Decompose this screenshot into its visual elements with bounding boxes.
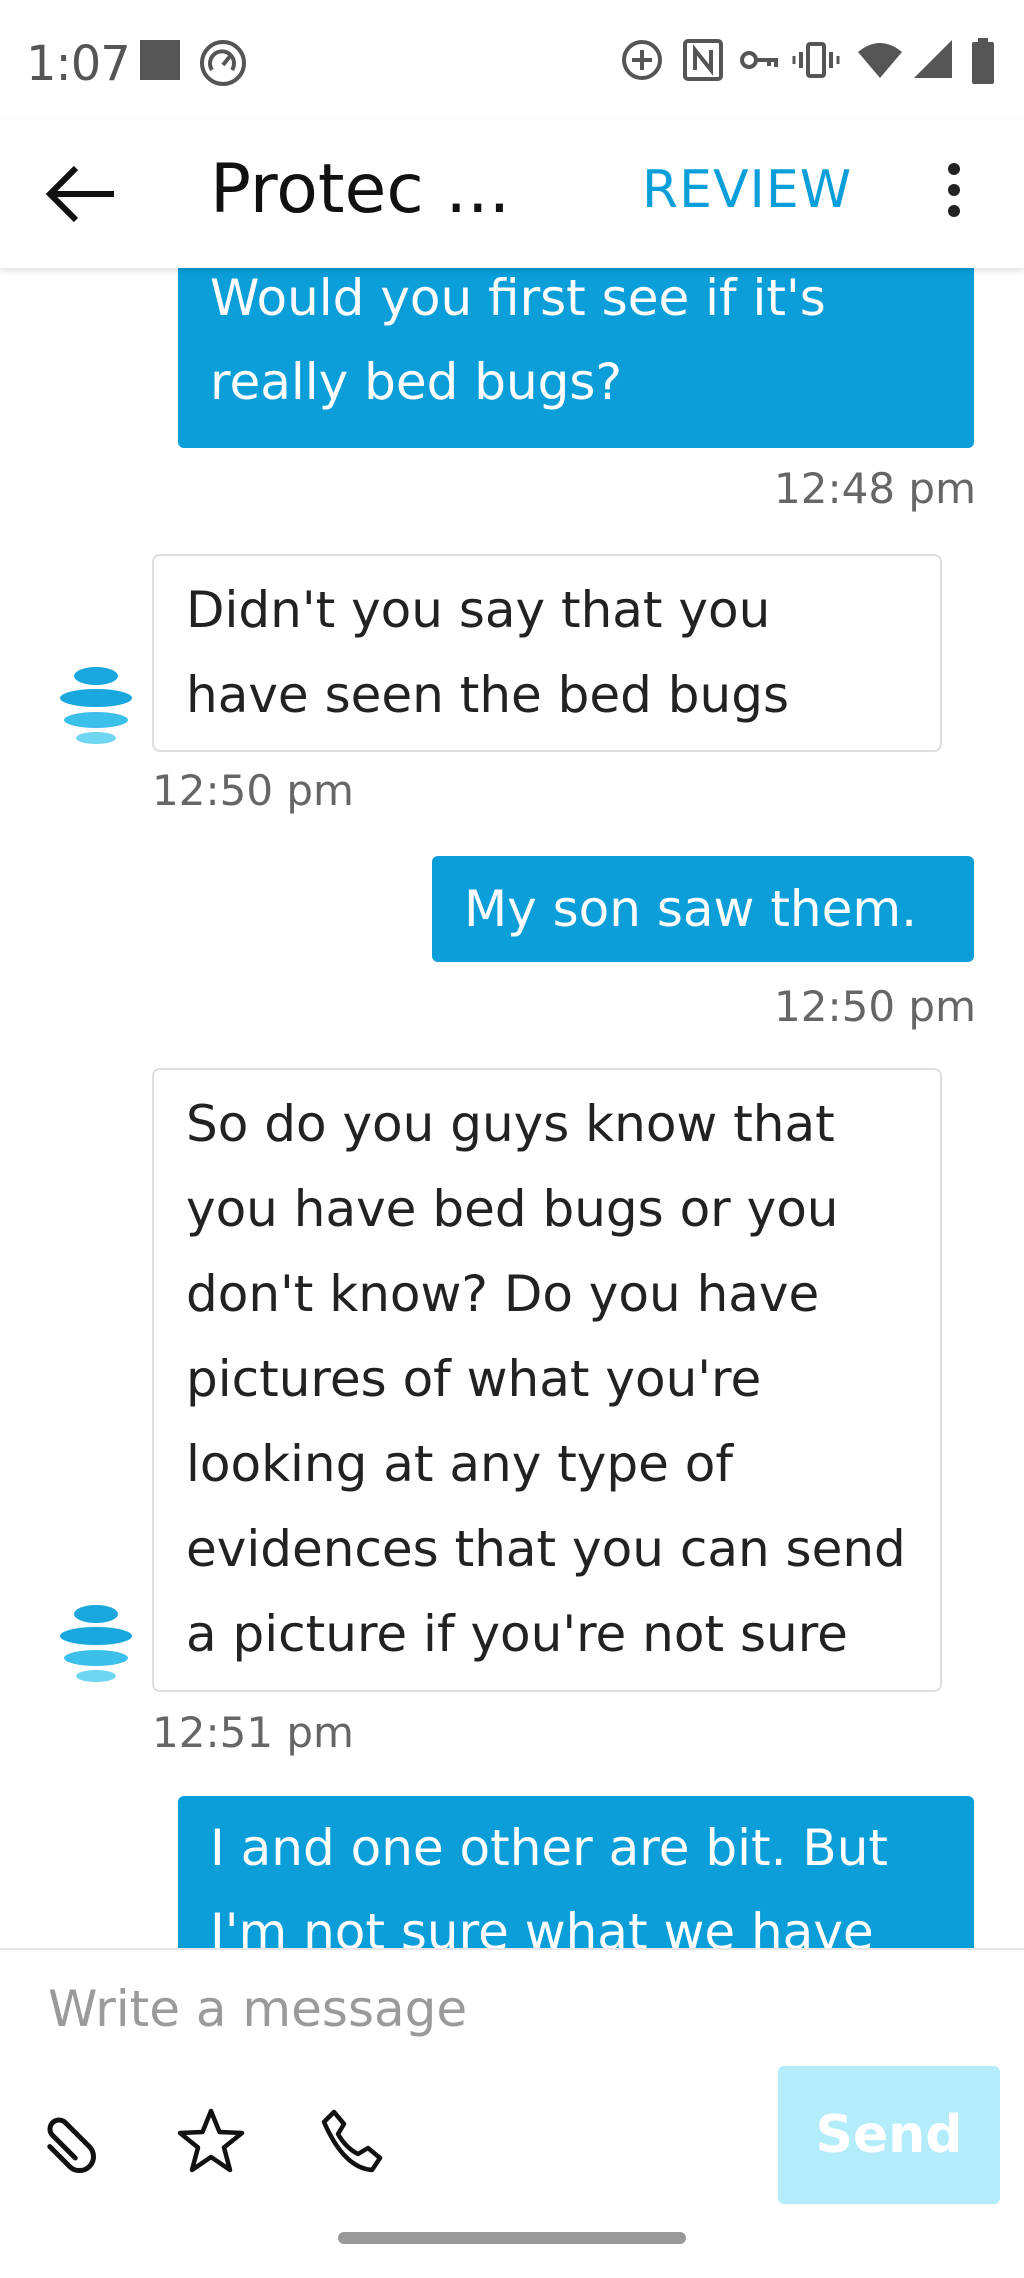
star-icon[interactable] — [176, 2106, 246, 2176]
message-line: don't know? Do you have — [186, 1265, 820, 1323]
paperclip-icon[interactable] — [36, 2106, 106, 2176]
chat-thread[interactable]: Would you first see if it's really bed b… — [0, 268, 1024, 1948]
more-vert-icon[interactable] — [932, 154, 976, 238]
back-arrow-icon[interactable] — [44, 156, 120, 232]
outgoing-message: My son saw them. — [432, 856, 974, 962]
message-line: have seen the bed bugs — [186, 666, 790, 724]
agent-avatar-icon — [60, 667, 132, 744]
outgoing-message: Would you first see if it's really bed b… — [178, 268, 974, 448]
message-line: really bed bugs? — [210, 353, 623, 411]
message-timestamp: 12:48 pm — [774, 464, 976, 513]
vibrate-icon — [792, 42, 840, 78]
review-button[interactable]: REVIEW — [642, 160, 852, 220]
message-line: Didn't you say that you — [186, 581, 771, 639]
message-composer: Send — [0, 1948, 1024, 2278]
conversation-title: Protec ... — [210, 150, 511, 229]
incoming-message: Didn't you say that you have seen the be… — [152, 554, 942, 752]
message-line: So do you guys know that — [186, 1095, 835, 1153]
message-line: a picture if you're not sure — [186, 1605, 848, 1663]
vpn-key-icon — [740, 51, 778, 69]
message-line: evidences that you can send — [186, 1520, 906, 1578]
cell-signal-icon — [914, 40, 952, 78]
home-indicator[interactable] — [338, 2232, 686, 2244]
message-timestamp: 12:50 pm — [152, 766, 354, 815]
agent-avatar-icon — [60, 1605, 132, 1682]
speed-gauge-icon — [200, 40, 246, 86]
stop-square-icon — [140, 40, 180, 80]
incoming-message: So do you guys know that you have bed bu… — [152, 1068, 942, 1692]
status-time: 1:07 — [26, 36, 131, 92]
battery-icon — [972, 38, 994, 84]
message-timestamp: 12:51 pm — [152, 1708, 354, 1757]
message-timestamp: 12:50 pm — [774, 982, 976, 1031]
message-line: My son saw them. — [464, 880, 917, 938]
send-button[interactable]: Send — [778, 2066, 1000, 2204]
message-input[interactable] — [48, 1974, 768, 2044]
nfc-icon — [683, 39, 723, 81]
message-line: I and one other are bit. But — [210, 1819, 889, 1877]
message-line: I'm not sure what we have — [210, 1903, 874, 1948]
message-line: you have bed bugs or you — [186, 1180, 839, 1238]
outgoing-message: I and one other are bit. But I'm not sur… — [178, 1796, 974, 1948]
message-line: Would you first see if it's — [210, 269, 826, 327]
add-circle-icon — [622, 40, 662, 80]
status-bar: 1:07 — [0, 0, 1024, 120]
message-line: looking at any type of — [186, 1435, 733, 1493]
phone-icon[interactable] — [316, 2106, 386, 2176]
wifi-icon — [858, 43, 902, 78]
message-line: pictures of what you're — [186, 1350, 762, 1408]
app-bar: Protec ... REVIEW — [0, 120, 1024, 268]
